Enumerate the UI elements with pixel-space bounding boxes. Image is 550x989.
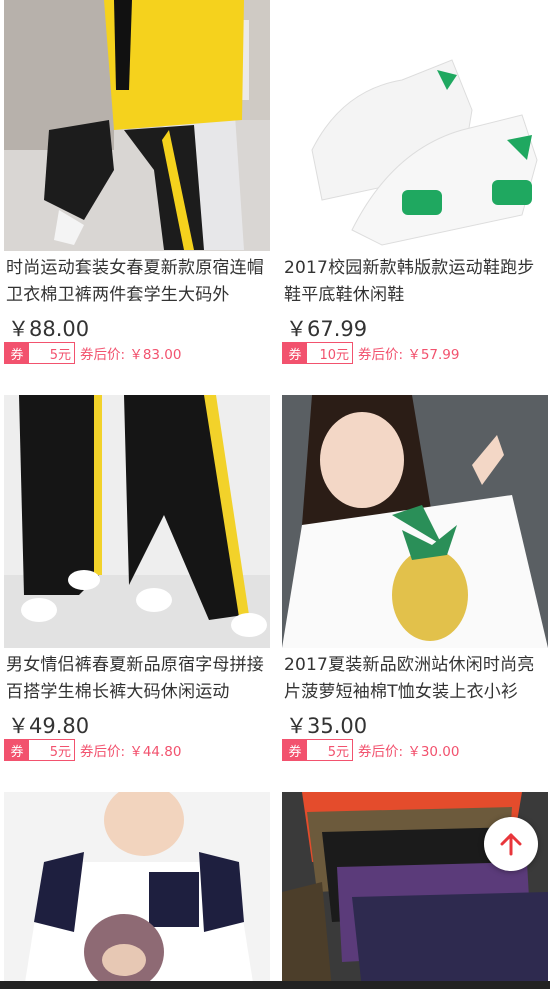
- product-title[interactable]: 2017校园新款韩版款运动鞋跑步鞋平底鞋休闲鞋: [284, 255, 548, 309]
- coupon-amount: 10元: [319, 347, 349, 363]
- coupon-badge: 券 5元: [4, 739, 75, 761]
- product-title[interactable]: 时尚运动套装女春夏新款原宿连帽卫衣棉卫裤两件套学生大码外: [6, 255, 270, 309]
- after-coupon-price: 券后价: ￥83.00: [80, 347, 182, 363]
- product-image[interactable]: [282, 0, 548, 251]
- product-image[interactable]: [4, 792, 270, 989]
- arrow-up-icon: [500, 833, 522, 856]
- product-image[interactable]: [4, 395, 270, 648]
- coupon-amount: 5元: [327, 744, 349, 760]
- product-image[interactable]: [282, 395, 548, 648]
- coupon-row: 券 5元 券后价: ￥83.00: [4, 342, 182, 364]
- after-coupon-price: 券后价: ￥44.80: [80, 744, 182, 760]
- bottom-bar: [0, 981, 550, 989]
- product-price: ￥35.00: [286, 714, 368, 738]
- after-coupon-price: 券后价: ￥30.00: [358, 744, 460, 760]
- product-price: ￥88.00: [8, 317, 90, 341]
- coupon-amount: 5元: [49, 744, 71, 760]
- coupon-row: 券 5元 券后价: ￥44.80: [4, 739, 182, 761]
- product-title[interactable]: 男女情侣裤春夏新品原宿字母拼接百搭学生棉长裤大码休闲运动: [6, 652, 270, 706]
- coupon-badge: 券 5元: [4, 342, 75, 364]
- coupon-amount: 5元: [49, 347, 71, 363]
- coupon-row: 券 10元 券后价: ￥57.99: [282, 342, 460, 364]
- after-coupon-price: 券后价: ￥57.99: [358, 347, 460, 363]
- product-price: ￥49.80: [8, 714, 90, 738]
- product-image[interactable]: [4, 0, 270, 251]
- product-title[interactable]: 2017夏装新品欧洲站休闲时尚亮片菠萝短袖棉T恤女装上衣小衫: [284, 652, 548, 706]
- coupon-badge: 券 5元: [282, 739, 353, 761]
- product-price: ￥67.99: [286, 317, 368, 341]
- back-to-top-button[interactable]: [484, 817, 538, 871]
- coupon-badge: 券 10元: [282, 342, 353, 364]
- product-grid: 时尚运动套装女春夏新款原宿连帽卫衣棉卫裤两件套学生大码外 ￥88.00 券 5元…: [0, 0, 550, 989]
- coupon-row: 券 5元 券后价: ￥30.00: [282, 739, 460, 761]
